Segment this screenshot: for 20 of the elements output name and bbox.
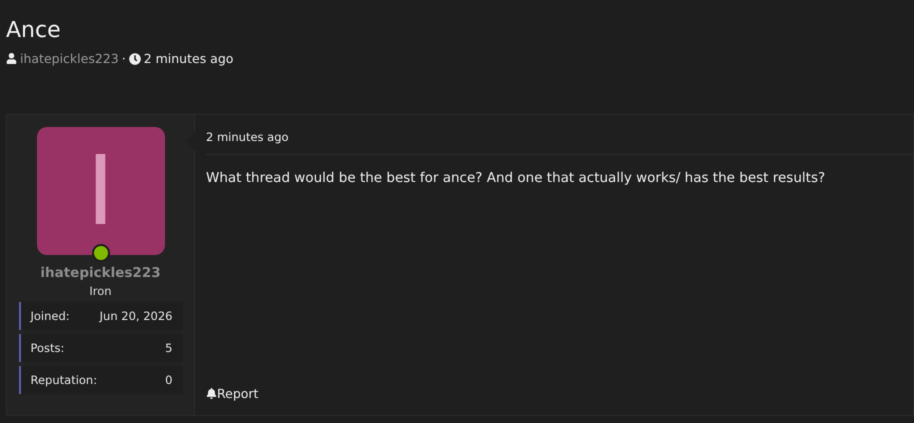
stat-label: Reputation: xyxy=(30,373,98,387)
clock-icon xyxy=(128,52,141,64)
author-link[interactable]: ihatepickles223 xyxy=(20,51,119,66)
user-icon xyxy=(6,53,17,64)
post-time: 2 minutes ago xyxy=(144,51,234,66)
user-rank: Iron xyxy=(89,284,112,298)
bell-icon[interactable] xyxy=(206,388,217,399)
post-timestamp: 2 minutes ago xyxy=(206,115,913,155)
post-body: What thread would be the best for ance? And one that actually works/ has the best results? xyxy=(206,170,826,188)
username[interactable]: ihatepickles223 xyxy=(40,265,161,281)
thread-title: Ance xyxy=(6,18,62,43)
stat-label: Posts: xyxy=(30,341,64,355)
stat-value: 5 xyxy=(165,341,172,355)
separator: · xyxy=(122,51,126,66)
stat-value: 0 xyxy=(165,373,172,387)
stat-value: Jun 20, 2026 xyxy=(100,309,172,323)
avatar-letter: I xyxy=(86,135,115,247)
avatar[interactable]: I xyxy=(36,127,164,255)
stat-label: Joined: xyxy=(30,309,70,323)
report-link[interactable]: Report xyxy=(217,386,258,401)
